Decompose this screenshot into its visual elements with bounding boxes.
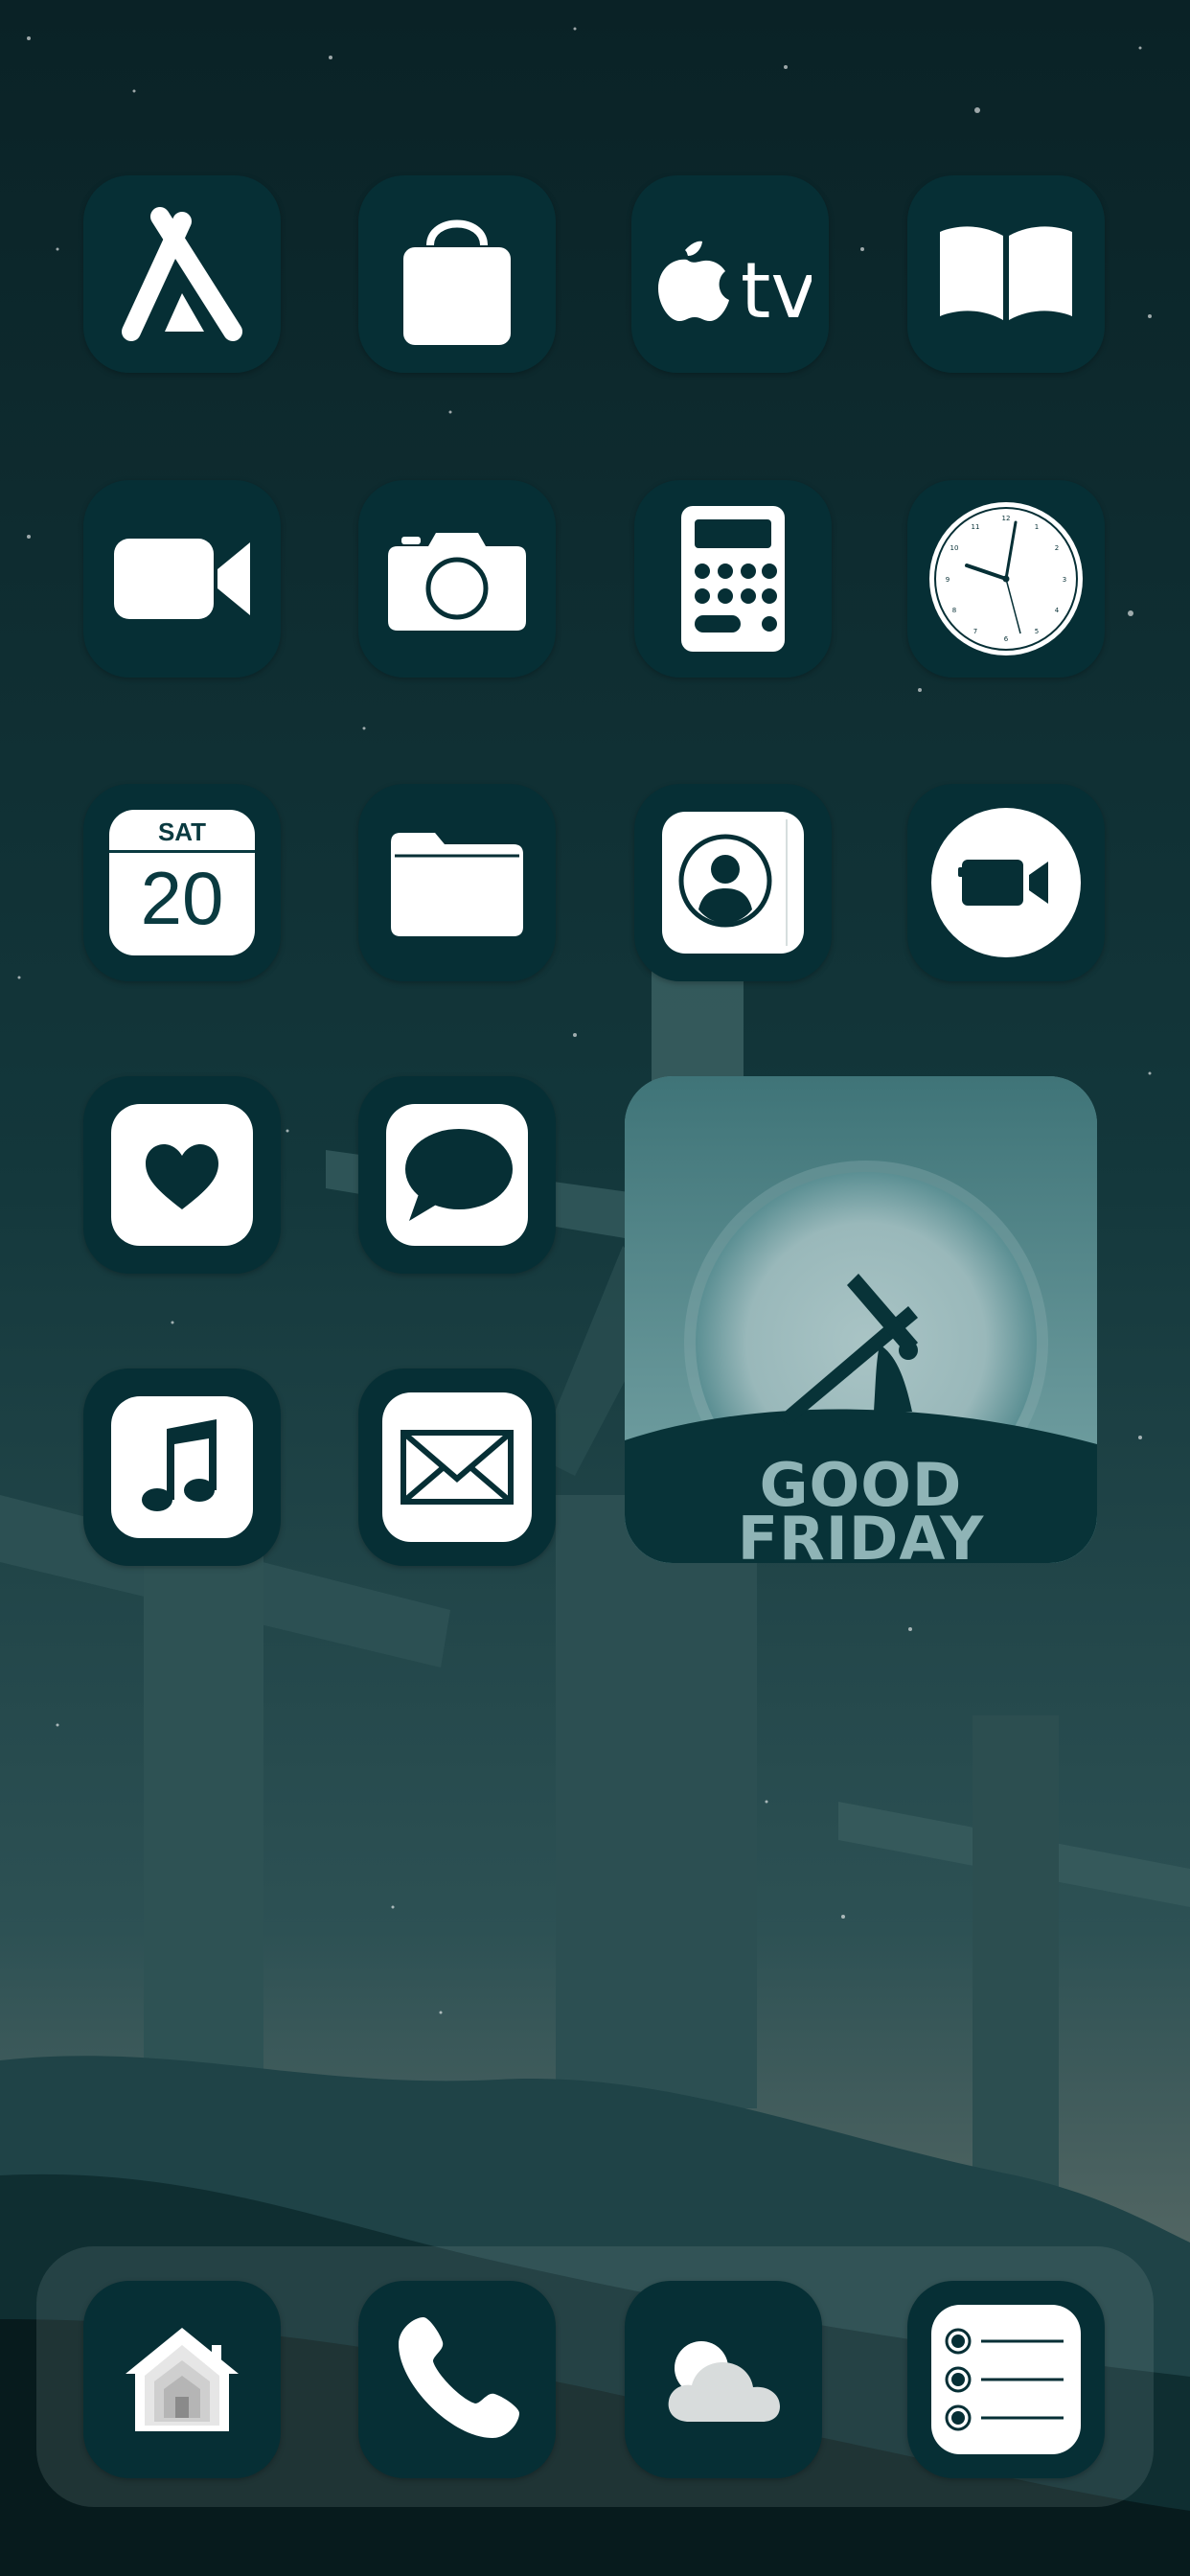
heart-icon	[111, 1104, 253, 1246]
calendar-date: 20	[140, 856, 224, 940]
video-circle-icon	[931, 808, 1081, 957]
good-friday-widget[interactable]: GOOD FRIDAY	[625, 1076, 1097, 1563]
calendar-day: SAT	[157, 817, 207, 846]
camera-icon	[388, 533, 526, 631]
svg-text:2: 2	[1055, 544, 1059, 552]
calendar-icon: SAT 20	[109, 810, 255, 955]
svg-text:12: 12	[1002, 515, 1011, 522]
svg-text:11: 11	[972, 523, 980, 531]
svg-text:7: 7	[973, 628, 977, 635]
svg-text:6: 6	[1004, 635, 1009, 643]
clock-icon: 1212 345 678 91011	[929, 502, 1083, 656]
mail-icon	[382, 1392, 532, 1542]
svg-text:10: 10	[950, 544, 959, 552]
svg-text:9: 9	[946, 576, 950, 584]
apple-tv-icon: tv	[658, 241, 812, 327]
svg-text:3: 3	[1063, 576, 1066, 584]
chat-bubble-icon	[386, 1104, 528, 1246]
camera-app[interactable]	[358, 480, 556, 678]
phone-app[interactable]	[358, 2281, 556, 2478]
messages-app[interactable]	[358, 1076, 556, 1274]
contacts-app[interactable]	[634, 784, 832, 981]
music-note-icon	[111, 1396, 253, 1538]
svg-text:4: 4	[1055, 607, 1060, 614]
clips-app[interactable]	[907, 784, 1105, 981]
files-app[interactable]	[358, 784, 556, 981]
calendar-divider	[109, 850, 255, 853]
weather-icon	[668, 2341, 780, 2422]
tv-label: tv	[741, 246, 812, 327]
facetime-app[interactable]	[83, 480, 281, 678]
apple-tv-app[interactable]: tv	[631, 175, 829, 373]
video-camera-icon	[114, 539, 250, 619]
shopping-app[interactable]	[358, 175, 556, 373]
home-icon	[126, 2328, 239, 2431]
svg-text:5: 5	[1035, 628, 1039, 635]
app-store-app[interactable]	[83, 175, 281, 373]
reminders-icon	[931, 2305, 1081, 2454]
music-app[interactable]	[83, 1368, 281, 1566]
calendar-app[interactable]: SAT 20	[83, 784, 281, 981]
weather-app[interactable]	[625, 2281, 822, 2478]
health-app[interactable]	[83, 1076, 281, 1274]
phone-icon	[399, 2317, 519, 2438]
calculator-icon	[681, 506, 785, 652]
home-app[interactable]	[83, 2281, 281, 2478]
calculator-app[interactable]	[634, 480, 832, 678]
clock-app[interactable]: 12 1 2 345 678 9 10 11	[907, 480, 1105, 678]
folder-icon	[391, 833, 523, 936]
shopping-bag-icon	[403, 219, 511, 345]
mail-app[interactable]	[358, 1368, 556, 1566]
reminders-app[interactable]	[907, 2281, 1105, 2478]
app-store-icon	[122, 207, 242, 341]
book-icon	[940, 226, 1072, 320]
books-app[interactable]	[907, 175, 1105, 373]
widget-title-line2: FRIDAY	[737, 1504, 985, 1564]
contacts-icon	[662, 812, 804, 954]
svg-text:1: 1	[1035, 523, 1039, 531]
svg-text:8: 8	[952, 607, 956, 614]
